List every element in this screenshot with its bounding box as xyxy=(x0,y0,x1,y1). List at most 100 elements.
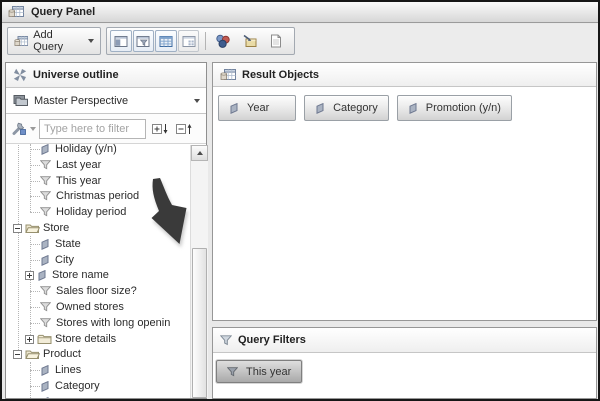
dimension-icon xyxy=(40,255,50,266)
tree-item[interactable]: This year xyxy=(30,173,101,189)
wrench-menu-chevron-icon[interactable] xyxy=(30,126,36,131)
scroll-up-button[interactable] xyxy=(191,145,208,161)
filter-pane-toggle-button[interactable] xyxy=(132,30,155,52)
toolbar-separator xyxy=(205,32,207,50)
tree-connector xyxy=(30,148,40,150)
scrollbar-thumb[interactable] xyxy=(192,248,207,398)
tree-connector xyxy=(30,259,40,261)
result-object-chip[interactable]: Promotion (y/n) xyxy=(396,95,512,121)
tree-item-label: Last year xyxy=(56,159,102,171)
collapse-expander-icon[interactable] xyxy=(13,349,22,359)
tree-item-label: This year xyxy=(56,175,102,187)
tree-connector xyxy=(30,290,40,292)
tree-item[interactable]: Christmas period xyxy=(30,188,139,204)
folders-icon xyxy=(12,94,28,107)
query-filters-title: Query Filters xyxy=(238,334,306,346)
expand-expander-icon[interactable] xyxy=(25,270,34,280)
tree-connector xyxy=(30,211,40,213)
tree-item[interactable]: Stores with long openin xyxy=(30,315,170,331)
document-icon xyxy=(270,34,282,48)
tree-item-label: Store details xyxy=(55,333,117,345)
universe-icon xyxy=(13,68,27,82)
chevron-down-icon xyxy=(194,98,200,103)
dimension-icon xyxy=(40,397,50,399)
dimension-icon xyxy=(40,365,50,376)
result-object-label: Category xyxy=(333,102,378,114)
tree-filter-input[interactable] xyxy=(39,118,146,139)
result-object-label: Promotion (y/n) xyxy=(425,102,501,114)
universe-outline-title: Universe outline xyxy=(33,69,119,81)
query-filter-label: This year xyxy=(246,365,292,378)
tree-item[interactable]: Holiday period xyxy=(30,204,126,220)
query-properties-button[interactable] xyxy=(238,30,262,52)
collapse-expander-icon[interactable] xyxy=(13,223,22,233)
tree-item[interactable]: Store details xyxy=(25,331,116,347)
tree-filter-row xyxy=(6,114,206,144)
dimension-icon xyxy=(40,381,50,392)
result-object-label: Year xyxy=(247,102,270,114)
arrow-up-icon xyxy=(196,151,203,155)
tree-item[interactable]: Store name xyxy=(25,267,109,283)
tree-item[interactable]: Lines xyxy=(30,362,81,378)
tree-item-label: Holiday (y/n) xyxy=(55,144,117,155)
tree-item-label: Stores with long openin xyxy=(56,317,171,329)
toolbar: Add Query xyxy=(2,24,598,62)
wrench-icon[interactable] xyxy=(11,121,27,136)
result-objects-panel: Result Objects Year Category Promotion (… xyxy=(212,62,597,321)
tree-connector xyxy=(30,243,40,245)
add-query-button[interactable]: Add Query xyxy=(7,27,101,55)
query-filters-panel: Query Filters This year xyxy=(212,327,597,399)
query-filters-header: Query Filters xyxy=(213,328,596,353)
query-panel-window: Query Panel Add Query Universe outline M… xyxy=(0,0,600,401)
tree-item[interactable]: Owned stores xyxy=(30,299,124,315)
result-grid-toggle-button[interactable] xyxy=(155,30,177,52)
result-objects-title: Result Objects xyxy=(242,68,320,81)
pane-filter-icon xyxy=(136,35,150,48)
filter-icon xyxy=(40,176,51,186)
tree-connector xyxy=(30,385,40,387)
tree-scrollbar[interactable] xyxy=(190,145,208,398)
pane-outline-icon xyxy=(114,35,128,48)
tree-item-label: Store xyxy=(43,222,70,234)
universe-outline-header: Universe outline xyxy=(6,63,206,88)
tree-item-label: State xyxy=(55,238,81,250)
tree-item[interactable]: Product xyxy=(13,346,81,362)
tree-item[interactable] xyxy=(30,394,55,398)
result-object-chip[interactable]: Category xyxy=(304,95,389,121)
expand-all-icon[interactable] xyxy=(152,123,169,135)
tree-item[interactable]: Sales floor size? xyxy=(30,283,137,299)
tree-connector xyxy=(30,322,40,324)
dimension-icon xyxy=(37,270,47,281)
query-filter-chip[interactable]: This year xyxy=(216,360,303,383)
filter-icon xyxy=(40,286,51,296)
add-query-icon xyxy=(14,35,28,48)
folder-open-icon xyxy=(25,348,40,360)
result-object-chip[interactable]: Year xyxy=(218,95,296,121)
tree-item[interactable]: City xyxy=(30,252,74,268)
outline-pane-toggle-button[interactable] xyxy=(110,30,132,52)
result-objects-header: Result Objects xyxy=(213,63,596,87)
result-objects-icon xyxy=(220,68,236,82)
chevron-down-icon xyxy=(88,39,94,43)
combined-queries-icon xyxy=(215,34,231,49)
dimension-icon xyxy=(40,239,50,250)
tree-item[interactable]: Holiday (y/n) xyxy=(30,144,117,157)
tree-item[interactable]: Last year xyxy=(30,157,101,173)
combined-queries-button[interactable] xyxy=(211,30,235,52)
tree-item[interactable]: State xyxy=(30,236,81,252)
tree-item[interactable]: Category xyxy=(30,378,100,394)
toolbar-icon-group xyxy=(106,27,295,55)
tree-connector xyxy=(30,306,40,308)
view-script-button[interactable] xyxy=(264,30,288,52)
filter-icon xyxy=(40,191,51,201)
expand-expander-icon[interactable] xyxy=(25,334,34,344)
perspective-selector[interactable]: Master Perspective xyxy=(6,88,206,114)
add-query-label: Add Query xyxy=(33,29,64,53)
universe-outline-panel: Universe outline Master Perspective Holi… xyxy=(5,62,208,399)
collapse-all-icon[interactable] xyxy=(176,123,193,135)
tree-item[interactable]: Store xyxy=(13,220,69,236)
tree-item-label: Store name xyxy=(52,269,109,281)
tree-connector xyxy=(30,164,40,166)
preview-pane-toggle-button[interactable] xyxy=(177,30,200,52)
tree-item-label: Holiday period xyxy=(56,206,127,218)
